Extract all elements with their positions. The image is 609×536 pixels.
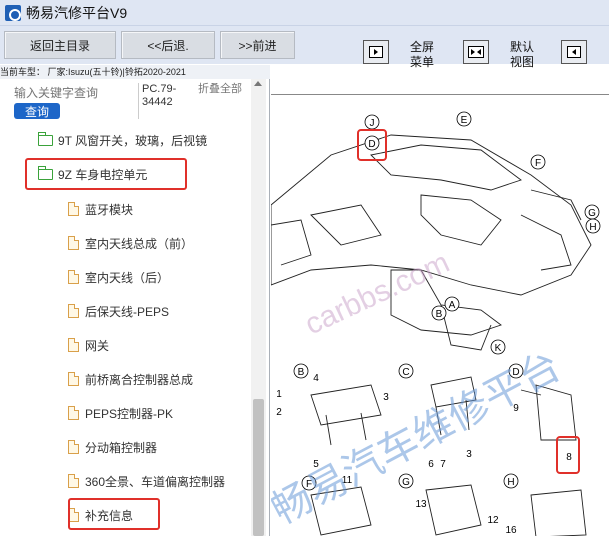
- callout-a: A: [449, 300, 456, 311]
- title-bar: 畅易汽修平台V9: [0, 0, 609, 26]
- diagram-panel: J E D F G H A B K B C D F G H 4 3 5 1 2 …: [271, 94, 609, 536]
- callout-e: E: [461, 115, 468, 126]
- default-view-label[interactable]: 默认视图: [505, 40, 539, 70]
- parts-diagram: J E D F G H A B K B C D F G H 4 3 5 1 2 …: [271, 111, 601, 536]
- tree-item-label: 蓝牙模块: [85, 202, 134, 217]
- callout-b: B: [436, 309, 443, 320]
- arrow-left-icon: [567, 46, 581, 58]
- left-panel: 查询 PC.79-34442 折叠全部 9T 风窗开关，玻璃，后视镜 9Z 车身…: [0, 79, 270, 536]
- part-number: 3: [383, 392, 389, 403]
- callout-d: D: [368, 139, 375, 150]
- tree-doc[interactable]: 室内天线总成（前）: [68, 230, 193, 256]
- tree-doc[interactable]: 360全景、车道偏离控制器: [68, 468, 225, 494]
- tree-item-label: 后保天线-PEPS: [85, 304, 170, 319]
- tree-doc[interactable]: 后保天线-PEPS: [68, 298, 169, 324]
- callout-j: J: [370, 118, 375, 129]
- document-icon: [68, 372, 79, 386]
- part-number: 8: [566, 452, 572, 463]
- document-icon: [68, 406, 79, 420]
- view-label-h: H: [507, 477, 514, 488]
- current-vehicle-text: 当前车型： 厂家:Isuzu(五十铃)|铃拓2020-2021: [0, 65, 270, 79]
- callout-g: G: [588, 208, 596, 219]
- tree-doc[interactable]: 分动箱控制器: [68, 434, 157, 460]
- search-input[interactable]: [14, 85, 134, 101]
- split-arrows-icon: [468, 46, 484, 58]
- watermark-url: carbbs.com: [300, 246, 454, 341]
- tree-item-label: PEPS控制器-PK: [85, 406, 174, 421]
- view-label-g: G: [402, 477, 410, 488]
- window-title: 畅易汽修平台V9: [26, 4, 128, 21]
- arrow-right-icon: [369, 46, 383, 58]
- tree-item-label: 前桥离合控制器总成: [85, 372, 194, 387]
- tree-item-label: 室内天线（后）: [85, 270, 170, 285]
- split-view-button[interactable]: [463, 40, 489, 64]
- part-number: 13: [415, 499, 427, 510]
- part-number: 4: [313, 373, 319, 384]
- collapse-right-button[interactable]: [561, 40, 587, 64]
- view-label-c: C: [402, 367, 409, 378]
- folder-icon: [37, 131, 53, 146]
- part-number: 12: [487, 515, 499, 526]
- document-icon: [68, 474, 79, 488]
- tree-item-label: 网关: [85, 338, 110, 353]
- highlight-box: [25, 158, 187, 190]
- previous-button[interactable]: <<后退.: [121, 31, 215, 59]
- tree-folder-9t[interactable]: 9T 风窗开关，玻璃，后视镜: [37, 127, 208, 153]
- tree-doc[interactable]: 前桥离合控制器总成: [68, 366, 193, 392]
- highlight-box: [68, 498, 160, 530]
- part-number: 7: [440, 459, 446, 470]
- document-icon: [68, 338, 79, 352]
- search-button[interactable]: 查询: [14, 103, 60, 119]
- tree-item-label: 9T 风窗开关，玻璃，后视镜: [58, 133, 208, 148]
- back-to-main-button[interactable]: 返回主目录: [4, 31, 116, 59]
- part-number: 3: [466, 449, 472, 460]
- collapse-left-button[interactable]: [363, 40, 389, 64]
- part-number: 2: [276, 407, 282, 418]
- tree-item-label: 室内天线总成（前）: [85, 236, 194, 251]
- document-icon: [68, 440, 79, 454]
- left-scrollbar[interactable]: [251, 79, 266, 536]
- callout-f: F: [535, 158, 541, 169]
- part-number: 16: [505, 525, 517, 536]
- part-number: 1: [276, 389, 282, 400]
- tree-doc[interactable]: 蓝牙模块: [68, 196, 133, 222]
- tree-item-label: 360全景、车道偏离控制器: [85, 474, 226, 489]
- view-label-b: B: [298, 367, 305, 378]
- scroll-thumb[interactable]: [253, 399, 264, 536]
- part-number: 6: [428, 459, 434, 470]
- search-area: 查询 PC.79-34442 折叠全部: [0, 79, 269, 127]
- next-button[interactable]: >>前进: [220, 31, 295, 59]
- app-logo-icon: [5, 4, 21, 21]
- document-icon: [68, 202, 79, 216]
- document-icon: [68, 304, 79, 318]
- part-code-label: PC.79-34442: [138, 83, 196, 119]
- document-icon: [68, 270, 79, 284]
- scroll-up-icon[interactable]: [254, 81, 262, 86]
- tree-item-label: 分动箱控制器: [85, 440, 158, 455]
- tree-doc[interactable]: PEPS控制器-PK: [68, 400, 173, 426]
- callout-k: K: [495, 343, 502, 354]
- collapse-all-link[interactable]: 折叠全部: [198, 83, 250, 96]
- fullscreen-menu-label[interactable]: 全屏菜单: [405, 40, 439, 70]
- tree-doc[interactable]: 网关: [68, 332, 109, 358]
- document-icon: [68, 236, 79, 250]
- tree-doc[interactable]: 室内天线（后）: [68, 264, 169, 290]
- callout-h: H: [589, 222, 596, 233]
